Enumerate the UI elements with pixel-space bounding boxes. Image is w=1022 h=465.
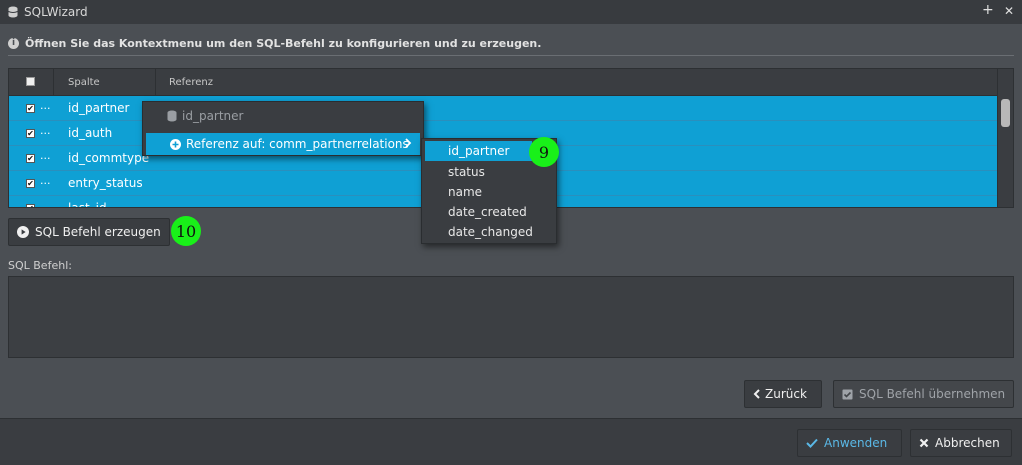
context-menu-item-id-partner: id_partner <box>167 105 243 127</box>
plus-circle-icon <box>170 138 181 150</box>
generate-sql-button[interactable]: SQL Befehl erzeugen <box>8 218 170 246</box>
info-icon: i <box>8 38 19 49</box>
generate-sql-label: SQL Befehl erzeugen <box>35 225 161 239</box>
row-checkbox[interactable]: ✔ <box>26 104 35 113</box>
row-checkbox[interactable]: ✔ <box>26 129 35 138</box>
grid-scrollbar[interactable] <box>997 69 1013 207</box>
column-header-referenz[interactable]: Referenz <box>169 77 213 88</box>
back-button[interactable]: Zurück <box>744 380 822 408</box>
column-header-spalte[interactable]: Spalte <box>54 69 156 96</box>
hint-text: Öffnen Sie das Kontextmenu um den SQL-Be… <box>25 37 542 50</box>
checkbox-icon <box>842 389 853 400</box>
context-menu-label: id_partner <box>182 109 244 123</box>
sql-command-field[interactable] <box>8 276 1014 358</box>
database-icon <box>167 110 177 122</box>
row-dots: ... <box>40 99 51 112</box>
apply-sql-label: SQL Befehl übernehmen <box>859 387 1006 401</box>
cancel-label: Abbrechen <box>935 436 1000 450</box>
row-dots: ... <box>40 174 51 187</box>
row-checkbox[interactable]: ✔ <box>26 179 35 188</box>
apply-label: Anwenden <box>824 436 888 450</box>
apply-button[interactable]: Anwenden <box>797 429 902 457</box>
context-menu: id_partner Referenz auf: comm_partnerrel… <box>142 101 424 156</box>
submenu-item-date-created[interactable]: date_created <box>425 201 527 223</box>
row-name: id_partner <box>68 101 130 115</box>
row-name: entry_status <box>68 176 143 190</box>
add-icon[interactable]: + <box>982 2 994 18</box>
database-icon <box>8 6 18 18</box>
row-dots: ... <box>40 124 51 137</box>
title-bar: SQLWizard + ✕ <box>0 0 1022 24</box>
sql-command-label: SQL Befehl: <box>8 259 72 272</box>
row-dots: ... <box>40 199 51 208</box>
step-badge-9: 9 <box>529 137 559 167</box>
cancel-button[interactable]: Abbrechen <box>910 429 1012 457</box>
scrollbar-thumb[interactable] <box>1001 99 1010 127</box>
submenu-item-name[interactable]: name <box>425 181 482 203</box>
check-icon <box>806 438 818 448</box>
grid-header: Spalte Referenz <box>9 69 997 96</box>
row-name: last_id <box>68 201 107 208</box>
hint-bar: i Öffnen Sie das Kontextmenu um den SQL-… <box>8 37 541 50</box>
row-name: id_commtype <box>68 151 150 165</box>
close-icon <box>919 438 929 448</box>
row-name: id_auth <box>68 126 113 140</box>
row-dots: ... <box>40 149 51 162</box>
apply-sql-button[interactable]: SQL Befehl übernehmen <box>833 380 1014 408</box>
chevron-right-icon <box>405 138 412 148</box>
submenu-item-id-partner[interactable]: id_partner <box>425 141 532 161</box>
submenu-item-date-changed[interactable]: date_changed <box>425 221 533 243</box>
context-menu-label: Referenz auf: comm_partnerrelations <box>186 137 409 151</box>
submenu-item-status[interactable]: status <box>425 161 485 183</box>
divider <box>8 55 1014 56</box>
play-circle-icon <box>17 226 29 238</box>
window-title: SQLWizard <box>24 5 88 19</box>
header-select-cell <box>9 69 54 96</box>
select-all-checkbox[interactable] <box>26 77 35 86</box>
row-checkbox[interactable]: ✔ <box>26 154 35 163</box>
context-menu-item-reference[interactable]: Referenz auf: comm_partnerrelations <box>146 133 420 155</box>
step-badge-10: 10 <box>171 216 201 246</box>
back-label: Zurück <box>765 387 807 401</box>
chevron-left-icon <box>753 389 760 399</box>
row-checkbox[interactable]: ✔ <box>26 204 35 207</box>
close-icon[interactable]: ✕ <box>1004 4 1014 18</box>
